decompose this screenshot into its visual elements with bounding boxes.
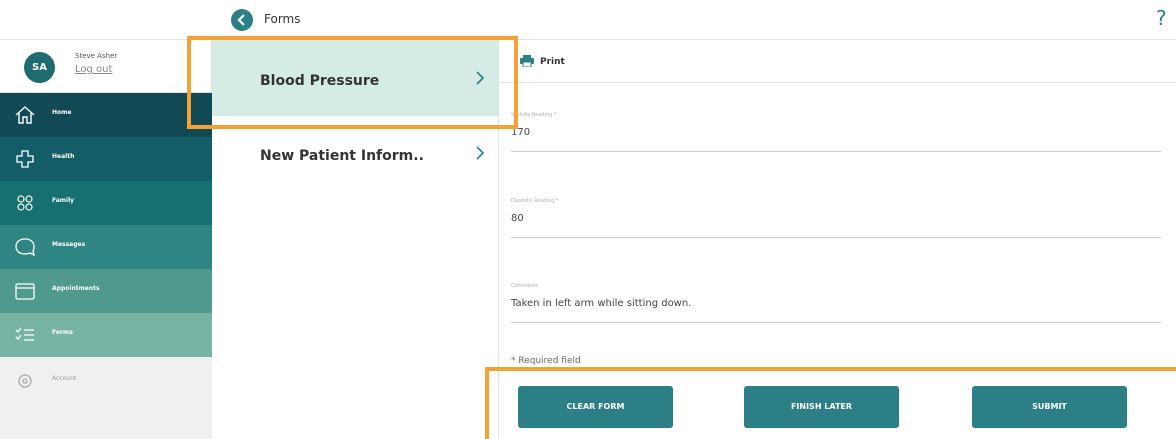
sidebar-item-appointments[interactable]: Appointments: [0, 269, 212, 313]
form-item-label: Blood Pressure: [260, 73, 380, 89]
sidebar-item-label: Health: [52, 153, 75, 160]
clear-form-button[interactable]: CLEAR FORM: [518, 386, 673, 428]
sidebar-item-family[interactable]: Family: [0, 181, 212, 225]
sidebar-item-label: Family: [52, 197, 75, 204]
list-item-new-patient-information[interactable]: New Patient Inform..: [212, 124, 499, 194]
print-button[interactable]: Print: [540, 57, 565, 67]
help-icon[interactable]: ?: [1156, 6, 1167, 30]
field-value[interactable]: 170: [511, 127, 530, 138]
sidebar-item-label: Appointments: [52, 285, 100, 292]
gear-icon: [18, 374, 32, 388]
submit-button[interactable]: SUBMIT: [972, 386, 1127, 428]
print-toolbar: Print: [499, 40, 1176, 83]
sidebar-item-label: Account: [52, 375, 77, 382]
chevron-left-icon: [237, 14, 245, 26]
sidebar-item-messages[interactable]: Messages: [0, 225, 212, 269]
sidebar-item-account[interactable]: Account: [0, 357, 212, 439]
systolic-field[interactable]: Systolic Reading * 170: [511, 112, 1161, 152]
required-field-note: * Required field: [511, 356, 581, 366]
page-title: Forms: [264, 12, 301, 26]
finish-later-button[interactable]: FINISH LATER: [744, 386, 899, 428]
calendar-icon: [15, 283, 35, 300]
user-panel: SA Steve Asher Log out: [0, 40, 212, 93]
sidebar-item-label: Forms: [52, 329, 73, 336]
home-icon: [15, 106, 35, 124]
sidebar-item-label: Messages: [52, 241, 86, 248]
field-value[interactable]: Taken in left arm while sitting down.: [511, 298, 691, 309]
family-icon: [17, 195, 33, 211]
message-bubble-icon: [15, 238, 35, 257]
chevron-right-icon: [476, 146, 485, 160]
sidebar-item-home[interactable]: Home: [0, 93, 212, 137]
printer-icon[interactable]: [520, 55, 534, 67]
chevron-right-icon: [476, 71, 485, 85]
sidebar-item-forms[interactable]: Forms: [0, 313, 224, 357]
forms-checklist-icon: [15, 327, 34, 341]
back-button[interactable]: [231, 9, 253, 31]
list-item-blood-pressure[interactable]: Blood Pressure: [212, 40, 499, 116]
comments-field[interactable]: Comments Taken in left arm while sitting…: [511, 283, 1161, 323]
logout-link[interactable]: Log out: [75, 64, 112, 75]
field-label: Systolic Reading *: [511, 112, 557, 118]
forms-list: Blood Pressure New Patient Inform..: [212, 40, 499, 439]
sidebar-item-health[interactable]: Health: [0, 137, 212, 181]
diastolic-field[interactable]: Diastolic Reading * 80: [511, 198, 1161, 238]
medical-cross-icon: [16, 150, 34, 168]
sidebar: SA Steve Asher Log out Home Health Famil…: [0, 40, 224, 439]
form-panel: Print Systolic Reading * 170 Diastolic R…: [499, 40, 1176, 439]
user-name: Steve Asher: [75, 52, 118, 60]
avatar[interactable]: SA: [24, 52, 55, 83]
field-value[interactable]: 80: [511, 213, 524, 224]
field-label: Comments: [511, 283, 539, 289]
top-bar: Forms ?: [0, 0, 1176, 40]
form-item-label: New Patient Inform..: [260, 148, 424, 164]
field-label: Diastolic Reading *: [511, 198, 559, 204]
sidebar-item-label: Home: [52, 109, 72, 116]
